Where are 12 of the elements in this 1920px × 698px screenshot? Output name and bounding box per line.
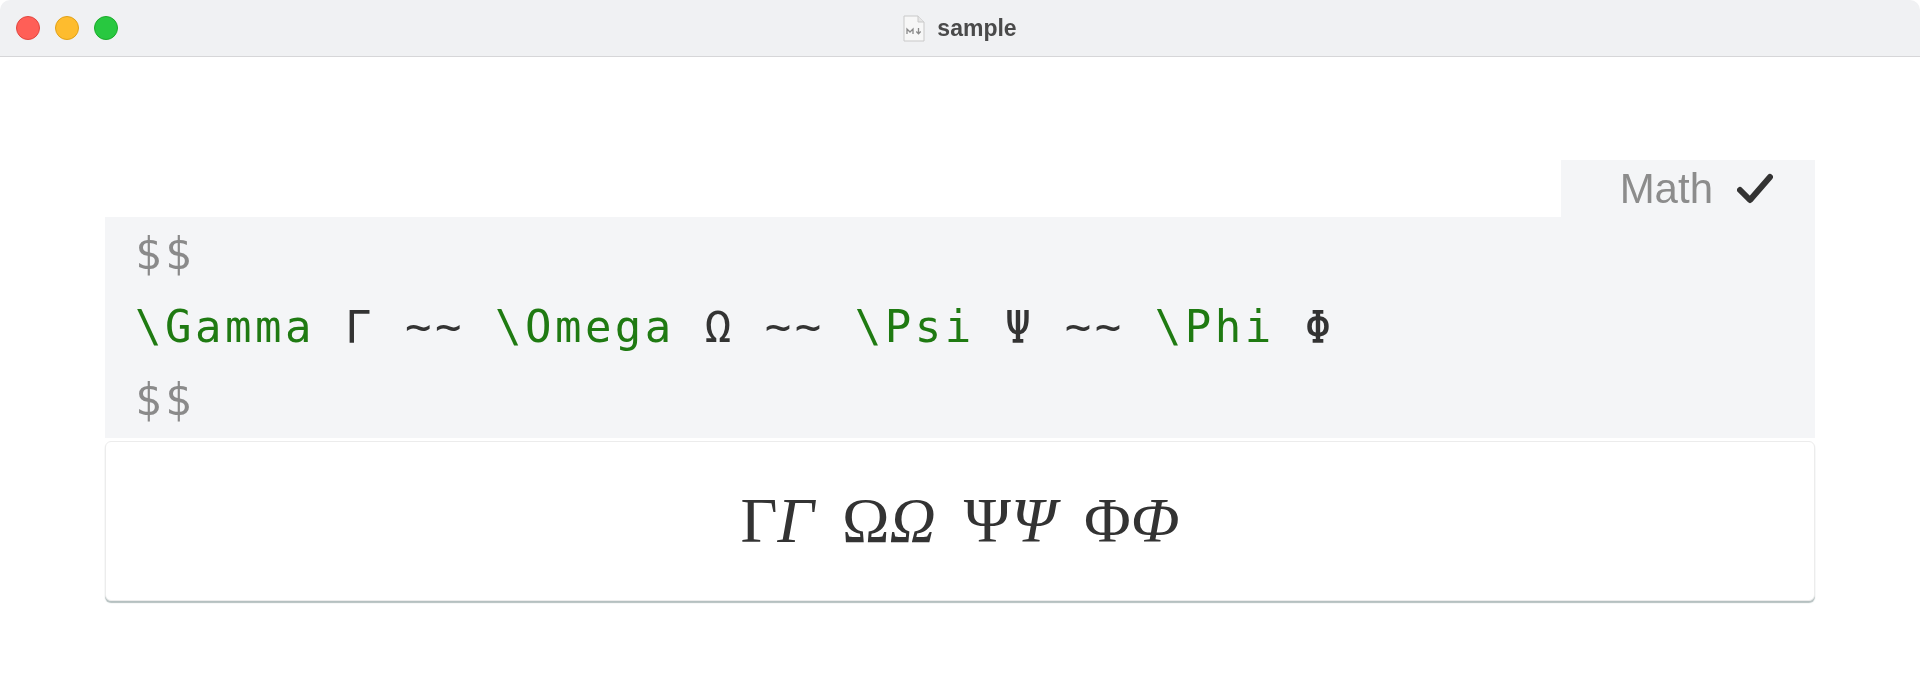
math-formula: ΓΓ ΩΩ ΨΨ ΦΦ bbox=[740, 489, 1180, 553]
close-button[interactable] bbox=[16, 16, 40, 40]
code-line: \Gamma Γ ~~ \Omega Ω ~~ \Psi Ψ ~~ \Phi Φ bbox=[135, 300, 1335, 354]
window-title: sample bbox=[937, 13, 1017, 43]
minimize-button[interactable] bbox=[55, 16, 79, 40]
code-line: $$ bbox=[135, 227, 195, 281]
zoom-button[interactable] bbox=[94, 16, 118, 40]
file-icon bbox=[903, 14, 926, 42]
code-editor[interactable]: $$ \Gamma Γ ~~ \Omega Ω ~~ \Psi Ψ ~~ \Phi Φ $$ bbox=[105, 217, 1815, 438]
check-icon[interactable] bbox=[1737, 172, 1773, 205]
language-label: Math bbox=[1619, 167, 1713, 210]
code-line: $$ bbox=[135, 373, 195, 427]
